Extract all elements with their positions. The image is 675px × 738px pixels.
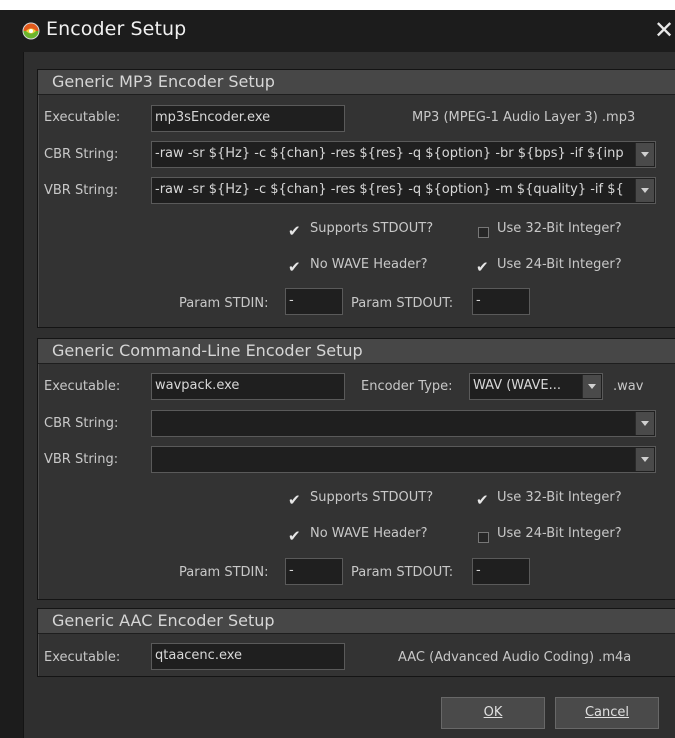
mp3-supports-stdout-checkbox[interactable] [288,222,301,240]
mp3-cbr-value: -raw -sr ${Hz} -c ${chan} -res ${res} -q… [155,146,624,161]
mp3-param-stdin-input[interactable]: - [285,288,343,315]
aac-format-text: AAC (Advanced Audio Coding) .m4a [398,650,632,665]
mp3-use-24bit-checkbox[interactable] [476,258,489,276]
chevron-down-icon[interactable] [635,179,654,202]
ok-button[interactable]: OK [441,697,545,729]
dialog-client-area: Generic MP3 Encoder Setup Executable: mp… [23,52,675,738]
cmdline-no-wave-header-checkbox[interactable] [288,527,301,545]
cmdline-group-header: Generic Command-Line Encoder Setup [38,339,675,364]
aac-executable-input[interactable]: qtaacenc.exe [151,643,345,670]
cmdline-no-wave-header-label: No WAVE Header? [310,526,428,541]
cmdline-supports-stdout-checkbox[interactable] [288,491,301,509]
cmdline-vbr-combo[interactable] [151,446,656,473]
mp3-vbr-combo[interactable]: -raw -sr ${Hz} -c ${chan} -res ${res} -q… [151,177,656,204]
encoder-type-value: WAV (WAVE... [473,378,562,393]
cmdline-use-24bit-label: Use 24-Bit Integer? [497,526,622,541]
chevron-down-icon[interactable] [582,375,601,398]
chevron-down-icon[interactable] [635,412,654,435]
mp3-no-wave-header-label: No WAVE Header? [310,257,428,272]
mp3-no-wave-header-checkbox[interactable] [288,258,301,276]
title-bar[interactable]: Encoder Setup ✕ [0,10,675,52]
cmdline-param-stdin-input[interactable]: - [285,558,343,585]
window-title: Encoder Setup [46,18,187,40]
mp3-use-24bit-label: Use 24-Bit Integer? [497,257,622,272]
aac-group-title: Generic AAC Encoder Setup [52,611,275,630]
mp3-use-32bit-label: Use 32-Bit Integer? [497,221,622,236]
mp3-group-header: Generic MP3 Encoder Setup [38,70,675,95]
cancel-button[interactable]: Cancel [555,697,659,729]
cmdline-use-32bit-label: Use 32-Bit Integer? [497,490,622,505]
mp3-supports-stdout-label: Supports STDOUT? [310,221,434,236]
mp3-use-32bit-checkbox[interactable] [478,227,489,238]
mp3-format-text: MP3 (MPEG-1 Audio Layer 3) .mp3 [412,110,636,125]
aac-group-header: Generic AAC Encoder Setup [38,609,675,634]
cmdline-vbr-label: VBR String: [44,452,119,467]
close-icon[interactable]: ✕ [654,16,674,44]
cmdline-executable-input[interactable]: wavpack.exe [151,373,345,400]
cmdline-use-32bit-checkbox[interactable] [476,491,489,509]
mp3-executable-label: Executable: [44,110,121,125]
encoder-setup-dialog: Encoder Setup ✕ Generic MP3 Encoder Setu… [0,10,675,738]
cmdline-group-title: Generic Command-Line Encoder Setup [52,341,363,360]
mp3-cbr-label: CBR String: [44,147,119,162]
cmdline-encoder-group: Generic Command-Line Encoder Setup Execu… [37,338,675,600]
cmdline-use-24bit-checkbox[interactable] [478,532,489,543]
mp3-group-title: Generic MP3 Encoder Setup [52,72,275,91]
encoder-type-label: Encoder Type: [361,379,453,394]
encoder-extension-text: .wav [613,379,644,394]
aac-encoder-group: Generic AAC Encoder Setup Executable: qt… [37,608,675,677]
cmdline-cbr-combo[interactable] [151,410,656,437]
mp3-encoder-group: Generic MP3 Encoder Setup Executable: mp… [37,69,675,328]
cmdline-param-stdout-label: Param STDOUT: [351,565,454,580]
cmdline-cbr-label: CBR String: [44,416,119,431]
encoder-type-combo[interactable]: WAV (WAVE... [469,373,603,400]
mp3-executable-input[interactable]: mp3sEncoder.exe [151,105,345,132]
cmdline-param-stdin-label: Param STDIN: [179,565,269,580]
cmdline-param-stdout-input[interactable]: - [472,558,530,585]
chevron-down-icon[interactable] [635,448,654,471]
mp3-vbr-value: -raw -sr ${Hz} -c ${chan} -res ${res} -q… [155,182,624,197]
app-logo-icon [22,22,40,40]
cmdline-supports-stdout-label: Supports STDOUT? [310,490,434,505]
mp3-param-stdout-input[interactable]: - [472,288,530,315]
mp3-param-stdout-label: Param STDOUT: [351,296,454,311]
mp3-param-stdin-label: Param STDIN: [179,296,269,311]
mp3-cbr-combo[interactable]: -raw -sr ${Hz} -c ${chan} -res ${res} -q… [151,141,656,168]
chevron-down-icon[interactable] [635,143,654,166]
aac-executable-label: Executable: [44,650,121,665]
mp3-vbr-label: VBR String: [44,183,119,198]
cmdline-executable-label: Executable: [44,379,121,394]
